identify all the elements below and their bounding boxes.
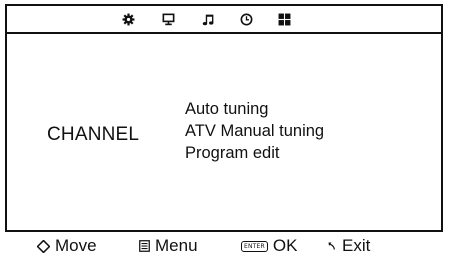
menu-item-program-edit[interactable]: Program edit bbox=[185, 142, 324, 164]
clock-icon[interactable] bbox=[239, 12, 253, 26]
osd-menu-frame: CHANNEL Auto tuning ATV Manual tuning Pr… bbox=[5, 4, 443, 232]
hint-move: Move bbox=[37, 236, 97, 256]
hint-menu-label: Menu bbox=[155, 236, 198, 255]
music-note-icon[interactable] bbox=[201, 12, 215, 26]
diamond-arrows-icon bbox=[37, 239, 50, 253]
hint-exit: Exit bbox=[327, 236, 370, 256]
menu-title: CHANNEL bbox=[47, 124, 140, 145]
submenu-list: Auto tuning ATV Manual tuning Program ed… bbox=[185, 98, 324, 164]
hint-move-label: Move bbox=[55, 236, 97, 255]
category-icon-bar bbox=[7, 6, 441, 34]
grid-icon[interactable] bbox=[277, 12, 291, 26]
hint-ok-label: OK bbox=[272, 236, 298, 255]
enter-key-icon: ENTER bbox=[241, 240, 268, 252]
hint-exit-label: Exit bbox=[342, 236, 371, 255]
gear-icon[interactable] bbox=[121, 12, 135, 26]
enter-key-label: ENTER bbox=[241, 240, 268, 252]
navigation-hint-bar: Move Menu ENTER OK Exit bbox=[0, 234, 449, 257]
monitor-icon[interactable] bbox=[161, 12, 175, 26]
hint-menu: Menu bbox=[139, 236, 198, 256]
menu-item-auto-tuning[interactable]: Auto tuning bbox=[185, 98, 324, 120]
return-arrow-icon bbox=[327, 241, 337, 251]
menu-list-icon bbox=[139, 240, 150, 252]
hint-ok: ENTER OK bbox=[241, 236, 297, 256]
menu-item-atv-manual-tuning[interactable]: ATV Manual tuning bbox=[185, 120, 324, 142]
